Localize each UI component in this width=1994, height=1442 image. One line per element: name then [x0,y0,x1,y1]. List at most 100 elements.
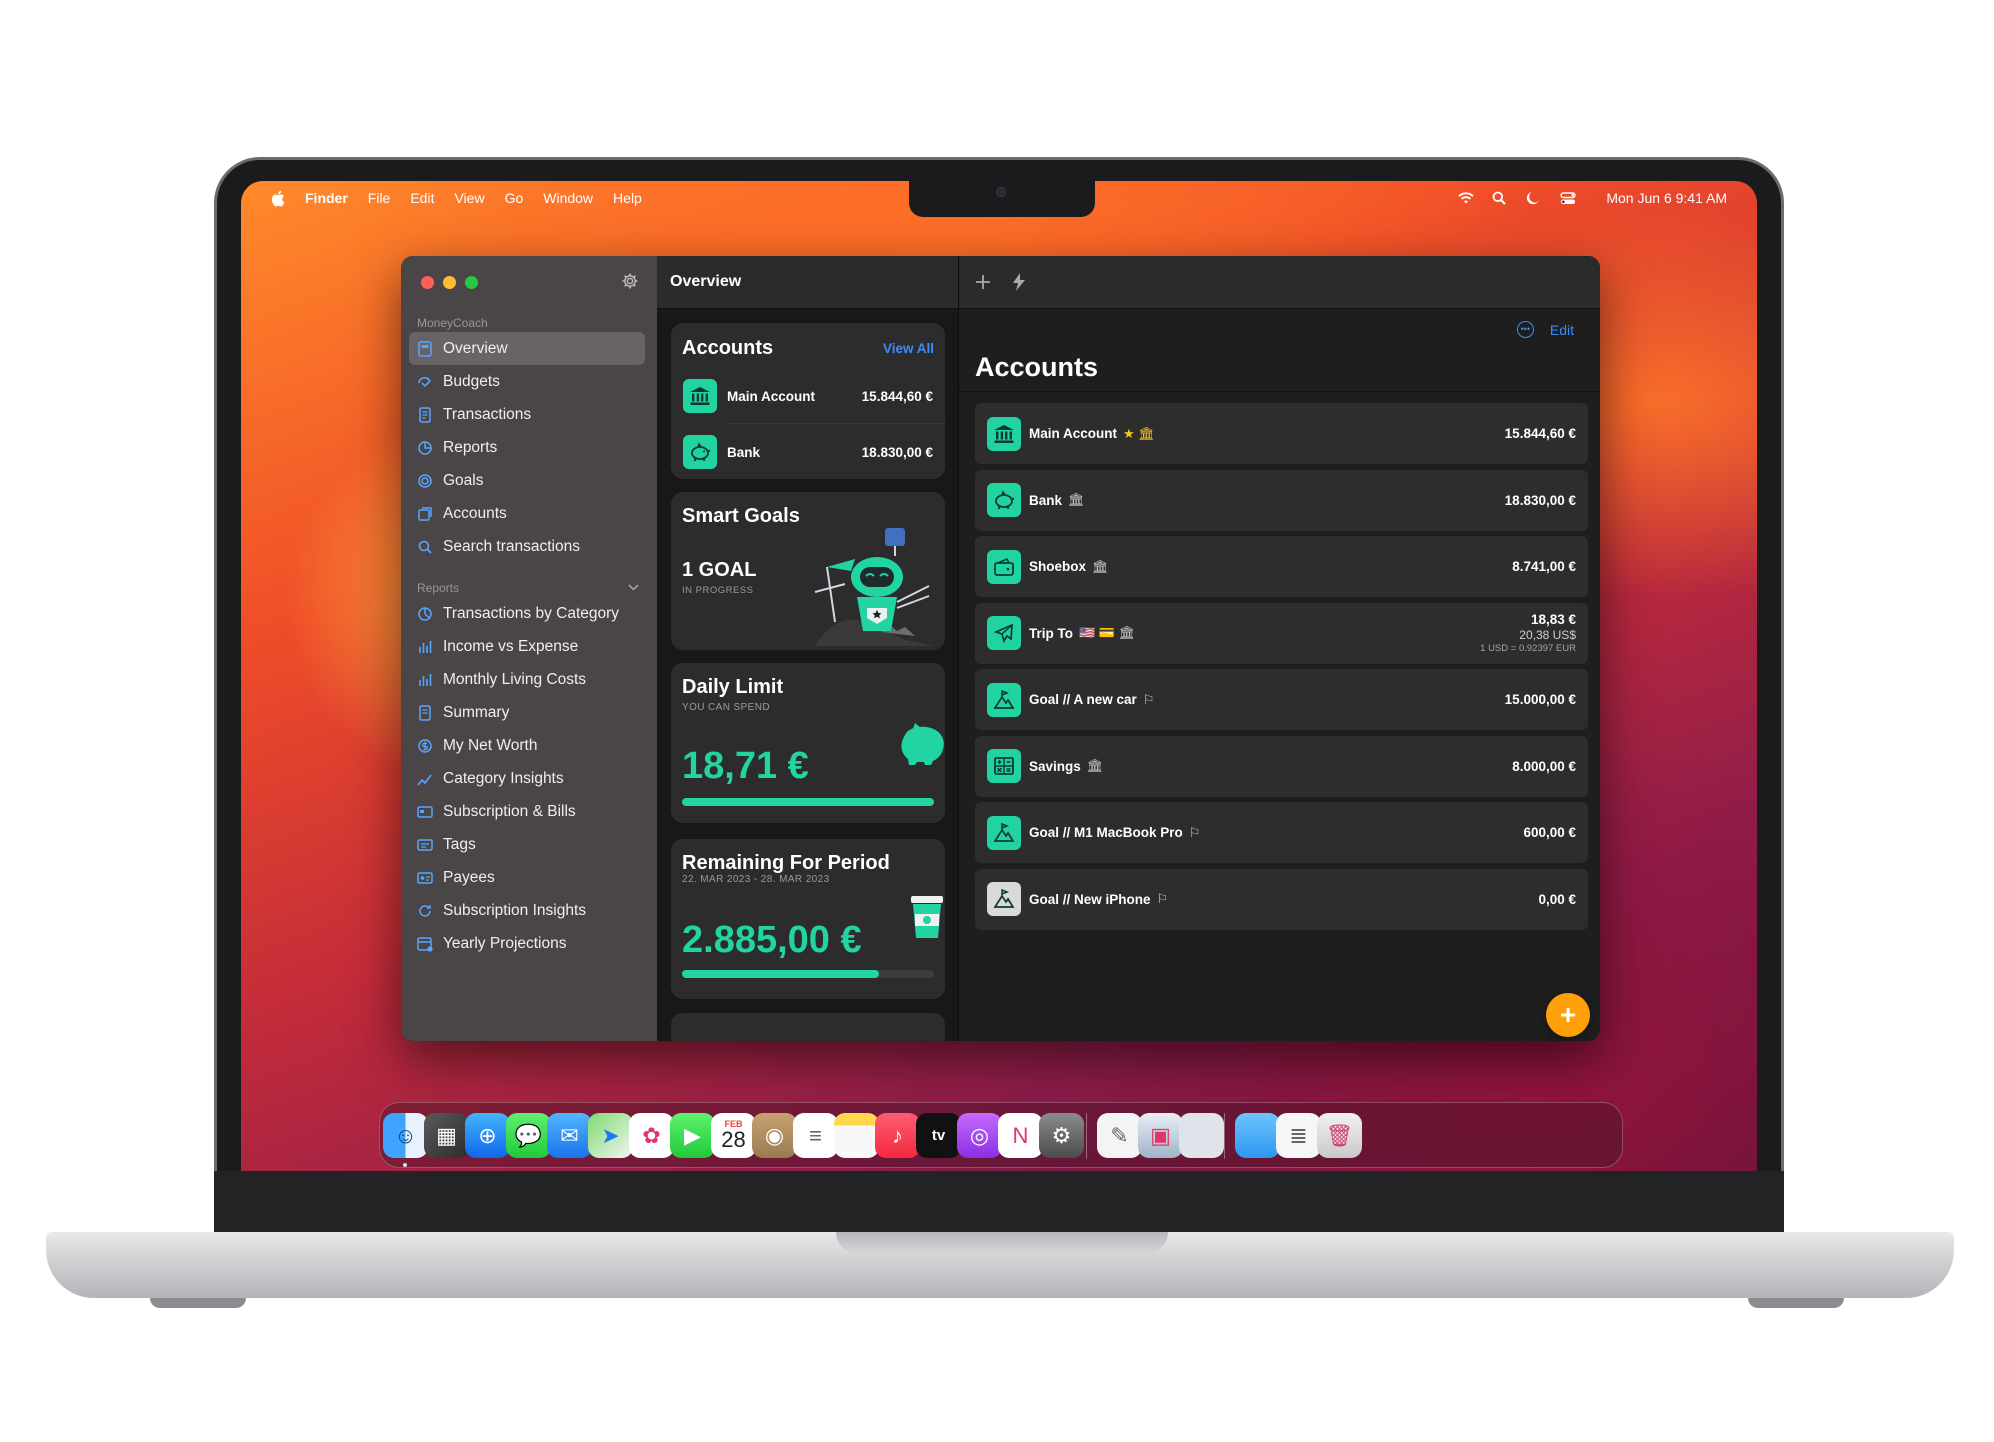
sidebar-item-payees[interactable]: Payees [409,861,645,894]
account-row[interactable]: Bank 🏛 18.830,00 € [975,469,1588,531]
dock-music-icon[interactable]: ♪ [875,1113,920,1158]
dock-calendar-icon[interactable]: FEB 28 [711,1113,756,1158]
dock-reminders-icon[interactable]: ≡ [793,1113,838,1158]
apple-icon[interactable] [271,190,289,207]
sidebar-item-label: Summary [443,703,510,721]
sidebar-item-transactions[interactable]: Transactions [409,398,645,431]
account-row[interactable]: Goal // New iPhone ⚐ 0,00 € [975,868,1588,930]
daily-limit-progress-fill [682,798,934,806]
close-window-button[interactable] [421,276,434,289]
dock-finder-icon[interactable]: ☺ [383,1113,428,1158]
sidebar-item-label: Reports [443,438,498,456]
sidebar-item-category-insights[interactable]: Category Insights [409,762,645,795]
sidebar-item-search-transactions[interactable]: Search transactions [409,530,645,563]
account-amount: 0,00 € [1538,891,1576,907]
partial-card[interactable] [671,1013,945,1041]
menu-help[interactable]: Help [613,190,642,206]
dock-mail-icon[interactable]: ✉ [547,1113,592,1158]
menu-edit[interactable]: Edit [410,190,434,206]
sidebar-item-accounts[interactable]: Accounts [409,497,645,530]
smart-goals-card[interactable]: Smart Goals 1 GOAL IN PROGRESS [671,492,945,650]
sidebar-section-moneycoach: MoneyCoach [417,316,488,330]
account-row[interactable]: Goal // M1 MacBook Pro ⚐ 600,00 € [975,802,1588,863]
dock-folder-icon[interactable] [1235,1113,1280,1158]
dock-news-icon[interactable]: N [998,1113,1043,1158]
dock-safari-icon[interactable]: ⊕ [465,1113,510,1158]
dock-textedit-icon[interactable]: ✎ [1097,1113,1142,1158]
dock-separator [1086,1113,1087,1159]
dock-podcasts-icon[interactable]: ◎ [957,1113,1002,1158]
more-options-icon[interactable]: ••• [1516,321,1534,338]
sidebar-item-label: Yearly Projections [443,934,567,952]
mini-account-row[interactable]: Main Account 15.844,60 € [683,378,933,414]
sidebar-item-my-net-worth[interactable]: My Net Worth [409,729,645,762]
sidebar-item-overview[interactable]: Overview [409,332,645,365]
account-row[interactable]: Main Account ★ 🏛 15.844,60 € [975,403,1588,464]
sidebar-item-yearly-projections[interactable]: Yearly Projections [409,927,645,960]
settings-gear-icon[interactable] [621,272,639,290]
account-name: Trip To [1029,625,1073,641]
control-center-icon[interactable] [1560,191,1578,205]
sidebar-reports-list: Transactions by Category Income vs Expens… [409,597,645,960]
dock-messages-icon[interactable]: 💬 [506,1113,551,1158]
sidebar-item-reports[interactable]: Reports [409,431,645,464]
menu-clock[interactable]: Mon Jun 6 9:41 AM [1606,190,1727,206]
focus-moon-icon[interactable] [1526,191,1544,205]
lightning-bolt-icon[interactable] [1013,273,1025,291]
account-name-group: Shoebox 🏛 [1029,559,1512,575]
account-row[interactable]: Savings 🏛 8.000,00 € [975,735,1588,797]
dock-maps-icon[interactable]: ➤ [588,1113,633,1158]
spotlight-search-icon[interactable] [1492,191,1510,205]
dock-trash-icon[interactable]: 🗑 [1317,1113,1362,1158]
dock-contacts-icon[interactable]: ◉ [752,1113,797,1158]
add-account-fab-button[interactable]: + [1546,993,1590,1037]
goal-status: IN PROGRESS [682,585,754,596]
sidebar-item-budgets[interactable]: Budgets [409,365,645,398]
sidebar-item-goals[interactable]: Goals [409,464,645,497]
dock-tv-icon[interactable]: tv [916,1113,961,1158]
sidebar-item-transactions-by-category[interactable]: Transactions by Category [409,597,645,630]
mini-account-row[interactable]: Bank 18.830,00 € [683,434,933,470]
dock-launchpad-icon[interactable]: ▦ [424,1113,469,1158]
sidebar-item-summary[interactable]: Summary [409,696,645,729]
account-name-group: Main Account ★ 🏛 [1029,426,1505,442]
zoom-window-button[interactable] [465,276,478,289]
sidebar-item-monthly-living-costs[interactable]: Monthly Living Costs [409,663,645,696]
account-row[interactable]: Goal // A new car ⚐ 15.000,00 € [975,669,1588,730]
account-name-group: Trip To 🇺🇸 💳 🏛 [1029,625,1480,641]
account-row[interactable]: Trip To 🇺🇸 💳 🏛 18,83 €20,38 US$ 1 USD = 0.9… [975,602,1588,664]
account-row[interactable]: Shoebox 🏛 8.741,00 € [975,536,1588,597]
menu-app-name[interactable]: Finder [305,190,348,206]
view-all-link[interactable]: View All [883,341,934,356]
account-name: Main Account [1029,426,1118,441]
pie-chart-icon [417,606,433,622]
dock-document-icon[interactable]: ≣ [1276,1113,1321,1158]
dock-preview-icon[interactable]: ▣ [1138,1113,1183,1158]
sidebar-item-tags[interactable]: Tags [409,828,645,861]
dock-notes-icon[interactable] [834,1113,879,1158]
piggy-bank-icon [987,483,1021,517]
add-icon[interactable] [975,274,991,290]
chevron-down-icon[interactable] [628,584,639,591]
dock-blank-window-icon[interactable] [1179,1113,1224,1158]
dock-photos-icon[interactable]: ✿ [629,1113,674,1158]
menu-window[interactable]: Window [543,190,593,206]
sidebar-item-subscription-bills[interactable]: Subscription & Bills [409,795,645,828]
sidebar-item-income-vs-expense[interactable]: Income vs Expense [409,630,645,663]
menu-go[interactable]: Go [505,190,524,206]
dock-system-settings-icon[interactable]: ⚙ [1039,1113,1084,1158]
edit-button[interactable]: Edit [1550,322,1574,338]
menu-view[interactable]: View [454,190,484,206]
daily-limit-card[interactable]: Daily Limit YOU CAN SPEND 18,71 € [671,663,945,823]
piggy-bank-icon [683,435,717,469]
minimize-window-button[interactable] [443,276,456,289]
remaining-period-progress-fill [682,970,879,978]
divider [959,391,1600,392]
wifi-icon[interactable] [1458,192,1476,204]
menu-file[interactable]: File [368,190,391,206]
dock-facetime-icon[interactable]: ▶ [670,1113,715,1158]
remaining-period-card[interactable]: Remaining For Period 22. MAR 2023 - 28. … [671,839,945,999]
sidebar-item-subscription-insights[interactable]: Subscription Insights [409,894,645,927]
accounts-card[interactable]: Accounts View All Main Account 15.844,60… [671,323,945,479]
account-name-group: Goal // M1 MacBook Pro ⚐ [1029,825,1523,841]
